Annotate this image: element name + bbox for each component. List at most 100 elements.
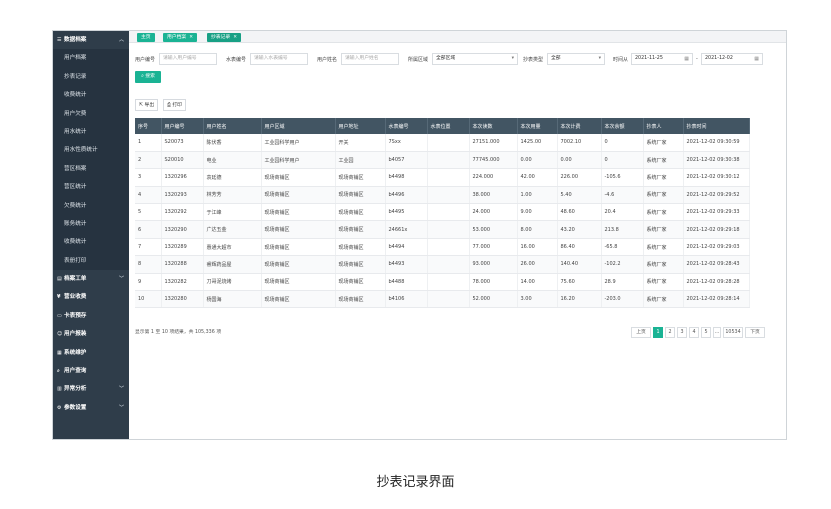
chevron-down-icon: ▾ bbox=[511, 56, 514, 61]
table-cell: 现场商铺区 bbox=[261, 220, 336, 239]
table-cell: 2021-12-02 09:29:18 bbox=[683, 220, 750, 239]
table-cell: b4106 bbox=[385, 290, 428, 309]
table-cell: 16.00 bbox=[517, 238, 558, 257]
sidebar-item[interactable]: ¥ 营业收费 bbox=[53, 288, 129, 306]
last-page-button[interactable]: 10534 bbox=[723, 327, 743, 338]
sidebar-item[interactable]: ☰ 数据档案 ︿ bbox=[53, 31, 129, 49]
sidebar-item-label: 抄表记录 bbox=[64, 73, 87, 80]
sidebar-item[interactable]: ▤ 档案工单 ﹀ bbox=[53, 270, 129, 288]
column-header[interactable]: 水表编号 bbox=[385, 118, 428, 134]
table-row[interactable]: 6 1320290 广达五金 现场商铺区 现场商铺区 24661x 53.000 8.00 43… bbox=[135, 220, 750, 239]
table-row[interactable]: 9 1320282 刀哥泥烧烤 现场商铺区 现场商铺区 b4488 78.000 14.00 7… bbox=[135, 273, 750, 292]
close-icon[interactable]: ✕ bbox=[189, 35, 193, 40]
column-header[interactable]: 序号 bbox=[135, 118, 162, 134]
prev-page-button[interactable]: 上页 bbox=[631, 327, 651, 338]
sidebar-item[interactable]: 用户档案 bbox=[53, 49, 129, 68]
column-header[interactable]: 用户区域 bbox=[261, 118, 336, 134]
sidebar-item[interactable]: ☺ 用户报装 bbox=[53, 325, 129, 343]
sidebar-item[interactable]: ▦ 系统维护 bbox=[53, 344, 129, 362]
page-button[interactable]: 2 bbox=[665, 327, 675, 338]
sidebar-item-label: 系统维护 bbox=[64, 349, 87, 356]
wrench-icon: ▦ bbox=[57, 349, 62, 356]
page-button[interactable]: 4 bbox=[689, 327, 699, 338]
user-name-input[interactable]: 请输入用户姓名 bbox=[341, 53, 399, 65]
sidebar-item[interactable]: 收费统计 bbox=[53, 86, 129, 105]
table-row[interactable]: 8 1320288 睿辉药品屋 现场商铺区 现场商铺区 b4493 93.000 26.00 1… bbox=[135, 255, 750, 274]
table-cell: 2021-12-02 09:29:52 bbox=[683, 186, 750, 205]
area-select[interactable]: 全部区域 ▾ bbox=[432, 53, 518, 65]
sidebar-item[interactable]: 账务统计 bbox=[53, 214, 129, 234]
type-label: 抄表类型 bbox=[523, 57, 544, 63]
tab-meter-records[interactable]: 抄表记录 ✕ bbox=[207, 33, 241, 42]
chevron-icon: ﹀ bbox=[118, 276, 124, 283]
table-row[interactable]: 1 S20073 陈伏香 工业园科学用户 开关 7Sxx 27151.000 1425.00 7… bbox=[135, 134, 750, 152]
sidebar-item[interactable]: ⌕ 用户查询 bbox=[53, 362, 129, 380]
page-ellipsis[interactable]: … bbox=[713, 327, 721, 338]
tab-user-archive[interactable]: 用户档案 ✕ bbox=[163, 33, 197, 42]
sidebar-item-label: 用水统计 bbox=[64, 128, 87, 135]
area-value: 全部区域 bbox=[436, 56, 456, 61]
type-select[interactable]: 全部 ▾ bbox=[547, 53, 605, 65]
table-row[interactable]: 5 1320292 于江峰 现场商铺区 现场商铺区 b4495 24.000 9.00 48.6… bbox=[135, 203, 750, 222]
table-cell: 现场商铺区 bbox=[335, 203, 386, 222]
sidebar-item[interactable]: 欠费统计 bbox=[53, 196, 129, 215]
sidebar-item[interactable]: 营区统计 bbox=[53, 178, 129, 197]
table-header-row: 序号 用户编号 用户姓名 用户区域 用户地址 水表编号 水表位置 本次读数 本次用量 本次计费 本次… bbox=[135, 118, 750, 134]
column-header[interactable]: 本次用量 bbox=[517, 118, 558, 134]
sidebar-item-label: 用户档案 bbox=[64, 55, 87, 62]
page-button[interactable]: 1 bbox=[653, 327, 663, 338]
sidebar-item[interactable]: 用水性质统计 bbox=[53, 141, 129, 160]
date-to-input[interactable]: 2021-12-02 ▦ bbox=[701, 53, 763, 65]
user-no-input[interactable]: 请输入用户编号 bbox=[159, 53, 217, 65]
table-row[interactable]: 10 1320280 杨国海 现场商铺区 现场商铺区 b4106 52.000 3.00 16.… bbox=[135, 290, 750, 309]
page-button[interactable]: 5 bbox=[701, 327, 711, 338]
column-header[interactable]: 抄表时间 bbox=[683, 118, 750, 134]
table-cell: 1320289 bbox=[161, 238, 204, 257]
meter-no-input[interactable]: 请输入水表编号 bbox=[250, 53, 308, 65]
table-cell: 工业园科学用户 bbox=[261, 151, 336, 170]
print-button[interactable]: ⎙ 打印 bbox=[163, 99, 186, 111]
close-icon[interactable]: ✕ bbox=[233, 35, 237, 40]
tab-bar: 主页 用户档案 ✕ 抄表记录 ✕ bbox=[129, 31, 786, 43]
table-cell: 3.00 bbox=[517, 290, 558, 309]
table-cell: -105.6 bbox=[601, 168, 644, 187]
next-page-button[interactable]: 下页 bbox=[745, 327, 765, 338]
sidebar-item[interactable]: 用户欠费 bbox=[53, 104, 129, 123]
column-header[interactable]: 用户编号 bbox=[161, 118, 204, 134]
sidebar-item[interactable]: 表册打印 bbox=[53, 251, 129, 271]
table-row[interactable]: 7 1320289 惠通大超市 现场商铺区 现场商铺区 b4494 77.000 16.00 8… bbox=[135, 238, 750, 257]
sidebar-item[interactable]: 用水统计 bbox=[53, 122, 129, 142]
table-cell: 2021-12-02 09:28:43 bbox=[683, 255, 750, 274]
column-header[interactable]: 本次计费 bbox=[557, 118, 602, 134]
table-cell: 1 bbox=[135, 134, 162, 152]
sidebar-item[interactable]: 抄表记录 bbox=[53, 67, 129, 87]
table-cell: 7002.10 bbox=[557, 134, 602, 152]
date-from-input[interactable]: 2021-11-25 ▦ bbox=[631, 53, 693, 65]
table-cell: 5 bbox=[135, 203, 162, 222]
sidebar-item[interactable]: ⚙ 参数设置 ﹀ bbox=[53, 399, 129, 417]
table-cell: 工业园科学用户 bbox=[261, 134, 336, 152]
column-header[interactable]: 用户地址 bbox=[335, 118, 386, 134]
sidebar-item[interactable]: ▥ 异常分析 ﹀ bbox=[53, 380, 129, 398]
column-header[interactable]: 抄表人 bbox=[643, 118, 684, 134]
export-button[interactable]: ⇱ 导出 bbox=[135, 99, 159, 111]
column-header[interactable]: 水表位置 bbox=[427, 118, 470, 134]
sidebar-item[interactable]: 营区档案 bbox=[53, 159, 129, 179]
table-row[interactable]: 3 1320296 袁廷德 现场商铺区 现场商铺区 b4498 224.000 42.00 22… bbox=[135, 168, 750, 187]
table-cell: 2021-12-02 09:28:14 bbox=[683, 290, 750, 309]
search-icon: ⌕ bbox=[57, 368, 60, 375]
table-cell: 1320290 bbox=[161, 220, 204, 239]
tab-home[interactable]: 主页 bbox=[137, 33, 155, 42]
table-cell: 52.000 bbox=[469, 290, 518, 309]
column-header[interactable]: 本次余额 bbox=[601, 118, 644, 134]
table-row[interactable]: 2 S20010 电业 工业园科学用户 工业园 b4057 77745.000 0.00 0.0… bbox=[135, 151, 750, 170]
column-header[interactable]: 本次读数 bbox=[469, 118, 518, 134]
sidebar-item[interactable]: 收费统计 bbox=[53, 233, 129, 252]
table-cell: b4496 bbox=[385, 186, 428, 205]
page-button[interactable]: 3 bbox=[677, 327, 687, 338]
table-cell: S20073 bbox=[161, 134, 204, 152]
sidebar-item[interactable]: ▭ 卡表预存 bbox=[53, 307, 129, 325]
column-header[interactable]: 用户姓名 bbox=[203, 118, 262, 134]
table-row[interactable]: 4 1320293 林芳芳 现场商铺区 现场商铺区 b4496 38.000 1.00 5.40… bbox=[135, 186, 750, 205]
search-button[interactable]: ⌕ 搜索 bbox=[135, 71, 161, 83]
